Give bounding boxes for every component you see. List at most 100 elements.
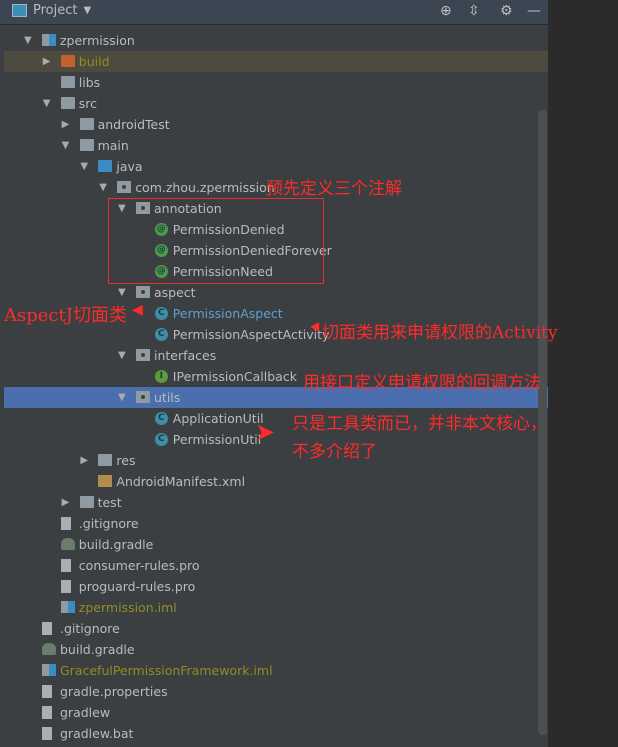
- collapse-arrow-icon[interactable]: ▶: [62, 114, 70, 135]
- tree-item[interactable]: ▼ zpermission: [4, 30, 548, 51]
- tree-item[interactable]: ▶ test: [4, 492, 548, 513]
- collapse-arrow-icon[interactable]: ▶: [62, 492, 70, 513]
- expand-arrow-icon[interactable]: ▼: [43, 93, 51, 114]
- tree-item-label: zpermission.iml: [78, 600, 177, 615]
- annotation-callback: 用接口定义申请权限的回调方法: [303, 373, 541, 393]
- tree-item-label: build: [78, 54, 110, 69]
- file-icon: [60, 517, 71, 530]
- panel-header: Project ▼ ⊕ ⇳ ⚙ —: [0, 0, 548, 25]
- tree-item[interactable]: build.gradle: [4, 534, 548, 555]
- tree-item-label: IPermissionCallback: [172, 369, 297, 384]
- file-icon: [60, 580, 71, 593]
- tree-item-label: ApplicationUtil: [172, 411, 264, 426]
- tree-item-label: gradlew.bat: [60, 726, 134, 741]
- tree-item[interactable]: ▼ src: [4, 93, 548, 114]
- tree-item[interactable]: libs: [4, 72, 548, 93]
- tree-item-label: AndroidManifest.xml: [116, 474, 246, 489]
- tree-item[interactable]: ▶ build: [4, 51, 548, 72]
- tree-item-label: aspect: [154, 285, 196, 300]
- annotation-aspectj: AspectJ切面类: [4, 305, 127, 326]
- tree-item-label: gradlew: [60, 705, 111, 720]
- tree-item[interactable]: ▼ interfaces: [4, 345, 548, 366]
- collapse-arrow-icon[interactable]: ▶: [80, 450, 88, 471]
- tree-item[interactable]: proguard-rules.pro: [4, 576, 548, 597]
- tree-item[interactable]: zpermission.iml: [4, 597, 548, 618]
- itf-icon: I: [154, 370, 168, 383]
- tree-item[interactable]: ▼ main: [4, 135, 548, 156]
- minimize-icon[interactable]: —: [527, 3, 541, 19]
- crosshair-icon[interactable]: ⊕: [440, 3, 452, 19]
- expand-arrow-icon[interactable]: ▼: [99, 177, 107, 198]
- expand-arrow-icon[interactable]: ▼: [118, 282, 126, 303]
- file-icon: [42, 706, 52, 719]
- annotation-highlight-box: [108, 198, 324, 284]
- gradle-icon: [60, 538, 75, 550]
- arrow-icon: ◀: [132, 302, 143, 318]
- cls-icon: C: [154, 307, 168, 320]
- expand-arrow-icon[interactable]: ▼: [118, 345, 126, 366]
- tree-item-label: test: [97, 495, 122, 510]
- tree-item-label: proguard-rules.pro: [78, 579, 196, 594]
- pkg-icon: [136, 286, 150, 298]
- tree-item-label: com.zhou.zpermission: [135, 180, 275, 195]
- tree-item-label: main: [97, 138, 129, 153]
- arrow-icon: ➤: [255, 418, 276, 446]
- chevron-down-icon: ▼: [83, 5, 92, 16]
- gear-icon[interactable]: ⚙: [500, 3, 513, 19]
- blue-icon: [98, 160, 113, 172]
- collapse-arrow-icon[interactable]: ▶: [43, 51, 51, 72]
- tree-item[interactable]: ▶ androidTest: [4, 114, 548, 135]
- pkg-icon: [136, 349, 150, 361]
- tree-item-label: utils: [154, 390, 181, 405]
- project-window-icon: [12, 4, 27, 17]
- panel-title: Project: [33, 3, 78, 18]
- gradle-icon: [42, 643, 56, 655]
- tree-item-label: interfaces: [154, 348, 217, 363]
- tree-item[interactable]: gradlew.bat: [4, 723, 548, 744]
- pkg-icon: [136, 391, 150, 403]
- tree-item-label: src: [78, 96, 98, 111]
- tree-item[interactable]: .gitignore: [4, 618, 548, 639]
- file-icon: [60, 559, 71, 572]
- tree-item-label: androidTest: [97, 117, 170, 132]
- annotation-utils-line2: 不多介绍了: [292, 442, 377, 462]
- tree-item[interactable]: .gitignore: [4, 513, 548, 534]
- tree-item[interactable]: ▼ aspect: [4, 282, 548, 303]
- annotation-utils-line1: 只是工具类而已，并非本文核心，: [292, 414, 547, 434]
- tree-item[interactable]: ▶ res: [4, 450, 548, 471]
- folder-icon: [60, 97, 75, 109]
- cls-icon: C: [154, 412, 168, 425]
- annotation-predefined: 预先定义三个注解: [266, 179, 402, 199]
- tree-item-label: res: [116, 453, 136, 468]
- mod-icon: [60, 601, 75, 613]
- tree-item-label: GracefulPermissionFramework.iml: [60, 663, 273, 678]
- tree-item[interactable]: GracefulPermissionFramework.iml: [4, 660, 548, 681]
- tree-item-label: PermissionAspect: [172, 306, 283, 321]
- expand-arrow-icon[interactable]: ▼: [118, 387, 126, 408]
- tree-item-label: libs: [78, 75, 101, 90]
- file-icon: [42, 685, 52, 698]
- tree-item-label: PermissionUtil: [172, 432, 262, 447]
- expand-arrow-icon[interactable]: ▼: [62, 135, 70, 156]
- collapse-all-icon[interactable]: ⇳: [468, 3, 480, 19]
- pkg-icon: [117, 181, 132, 193]
- tree-item[interactable]: build.gradle: [4, 639, 548, 660]
- mod-icon: [42, 34, 56, 46]
- expand-arrow-icon[interactable]: ▼: [80, 156, 88, 177]
- tree-item[interactable]: gradlew: [4, 702, 548, 723]
- expand-arrow-icon[interactable]: ▼: [24, 30, 32, 51]
- file-icon: [42, 622, 52, 635]
- project-view-dropdown[interactable]: Project ▼: [12, 3, 91, 18]
- xml-icon: [98, 475, 113, 487]
- file-icon: [42, 727, 52, 740]
- tree-item[interactable]: gradle.properties: [4, 681, 548, 702]
- tree-item-label: .gitignore: [60, 621, 120, 636]
- tree-item-label: consumer-rules.pro: [78, 558, 200, 573]
- tree-item[interactable]: AndroidManifest.xml: [4, 471, 548, 492]
- tree-item[interactable]: consumer-rules.pro: [4, 555, 548, 576]
- cls-icon: C: [154, 433, 168, 446]
- tree-item-label: build.gradle: [78, 537, 154, 552]
- tree-item-label: build.gradle: [60, 642, 135, 657]
- folder-icon: [98, 454, 113, 466]
- mod-icon: [42, 664, 56, 676]
